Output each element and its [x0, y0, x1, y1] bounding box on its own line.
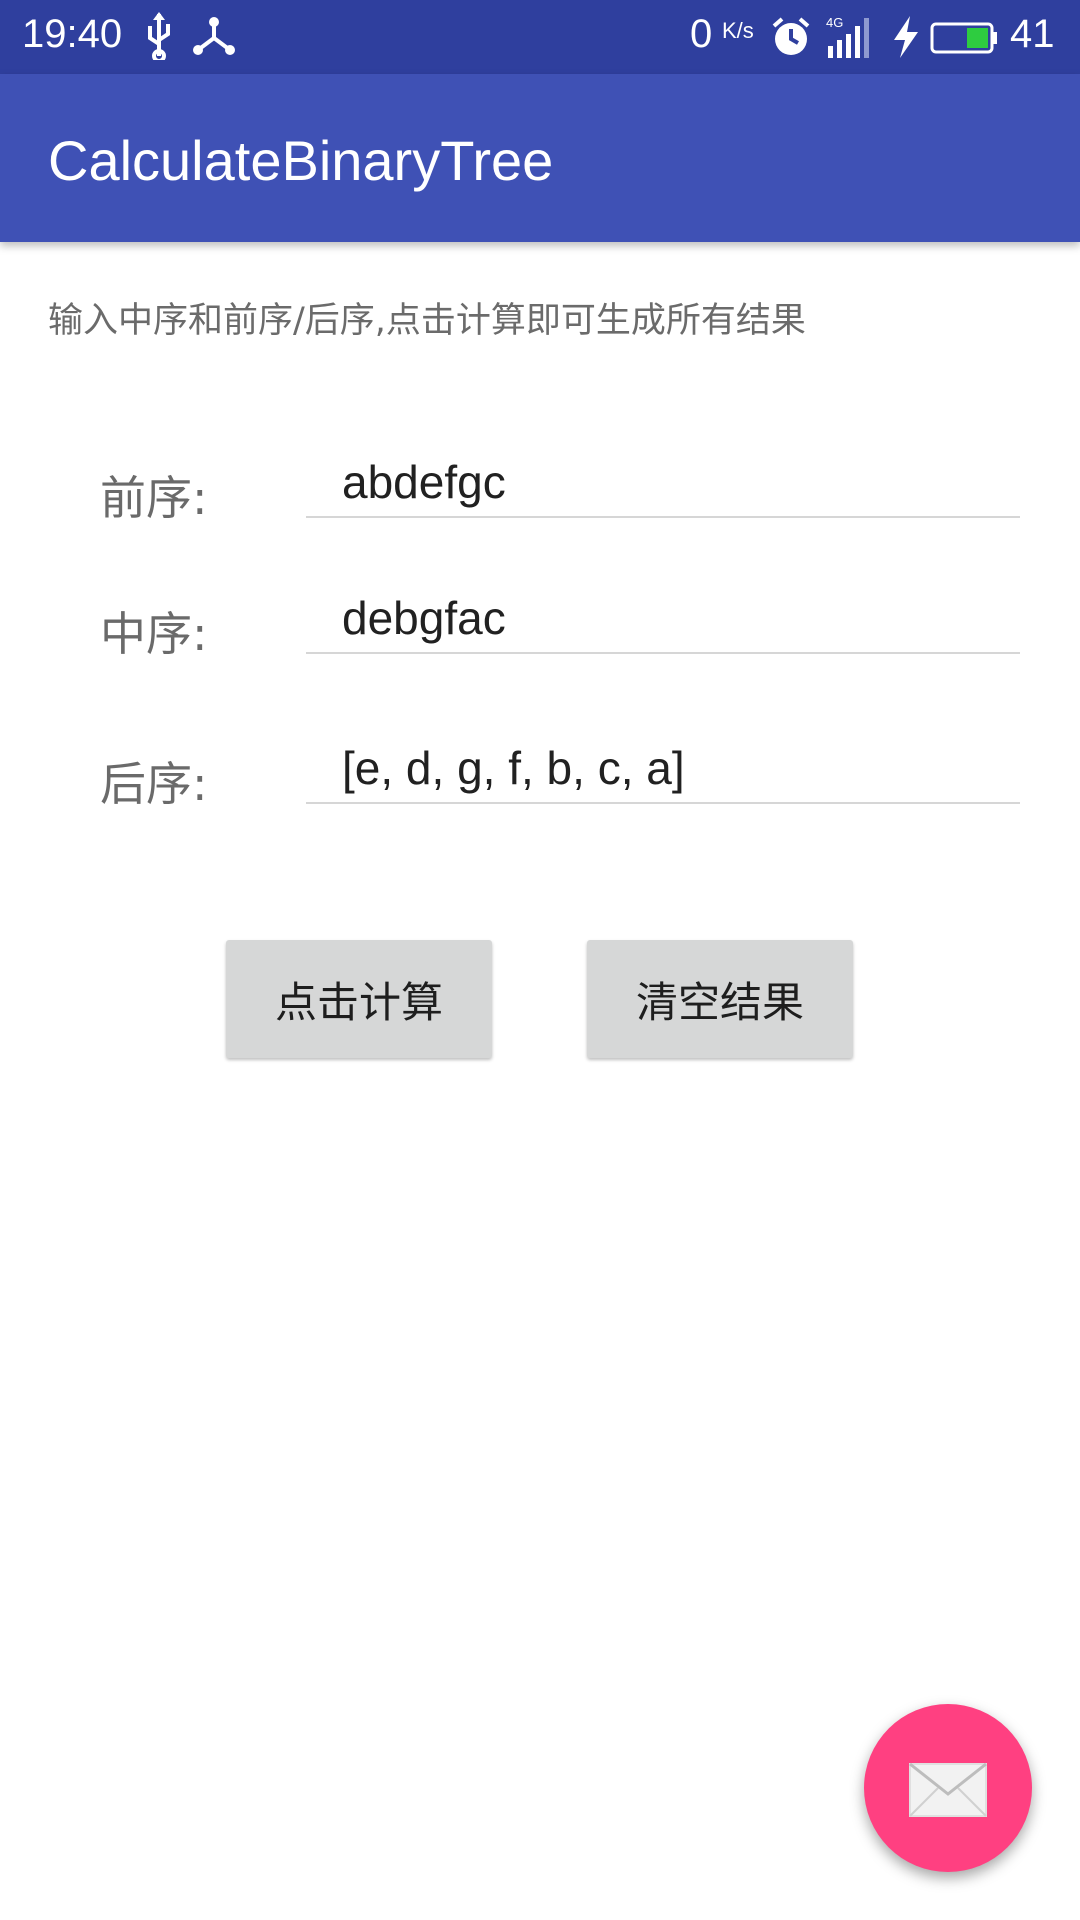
charge-icon [894, 16, 918, 58]
preorder-input[interactable] [306, 448, 1020, 518]
signal-icon: 4G [826, 15, 869, 58]
postorder-label: 后序: [100, 757, 208, 811]
mail-icon [909, 1762, 987, 1817]
net-speed-unit: K/s [722, 18, 754, 43]
inorder-input[interactable] [306, 584, 1020, 654]
app-bar: CalculateBinaryTree [0, 74, 1080, 242]
share-icon [193, 17, 235, 55]
battery-level: 41 [1010, 12, 1055, 56]
inorder-row: 中序: [0, 584, 1080, 694]
preorder-label: 前序: [100, 471, 208, 525]
inorder-label: 中序: [100, 607, 208, 661]
postorder-input[interactable] [306, 734, 1020, 804]
clear-results-button[interactable]: 清空结果 [587, 940, 853, 1058]
calculate-button[interactable]: 点击计算 [226, 940, 492, 1058]
signal-type-label: 4G [826, 15, 843, 30]
app-title: CalculateBinaryTree [48, 129, 554, 192]
instruction-text: 输入中序和前序/后序,点击计算即可生成所有结果 [48, 301, 806, 341]
status-time: 19:40 [22, 12, 123, 56]
battery-icon [930, 22, 997, 54]
status-bar: 19:40 0 K/s 4G 41 [0, 0, 1080, 74]
alarm-icon [772, 17, 810, 55]
mail-fab-button[interactable] [864, 1704, 1032, 1872]
postorder-row: 后序: [0, 734, 1080, 844]
net-speed: 0 [690, 12, 713, 56]
preorder-row: 前序: [0, 448, 1080, 558]
usb-icon [148, 12, 170, 60]
